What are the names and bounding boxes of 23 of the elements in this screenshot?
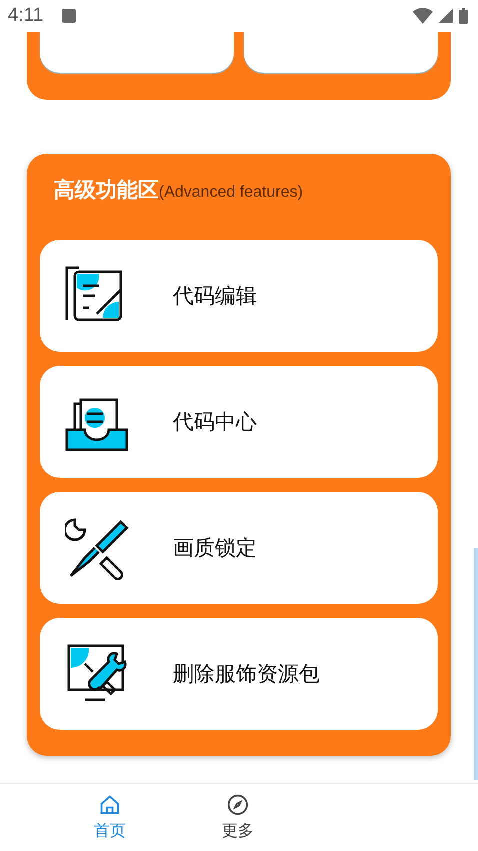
feature-card[interactable] <box>244 32 438 73</box>
scrollbar[interactable] <box>474 548 478 780</box>
section-subtitle: (Advanced features) <box>159 184 304 202</box>
compass-icon <box>227 794 249 816</box>
section-title: 高级功能区 <box>54 177 159 204</box>
feature-label: 画质锁定 <box>173 535 257 562</box>
feature-label: 代码中心 <box>173 409 257 436</box>
home-icon <box>99 794 121 816</box>
status-time: 4:11 <box>8 5 44 27</box>
feature-card[interactable]: 画质锁定 <box>40 492 438 604</box>
wifi-icon <box>413 8 433 24</box>
nav-tab[interactable]: 首页 <box>70 794 150 842</box>
feature-label: 代码编辑 <box>173 283 257 310</box>
battery-icon <box>459 8 468 24</box>
feature-card[interactable]: 代码中心 <box>40 366 438 478</box>
feature-card[interactable]: 删除服饰资源包 <box>40 618 438 730</box>
signal-icon <box>439 9 453 23</box>
feature-card[interactable] <box>40 32 234 73</box>
feature-card[interactable]: 代码编辑 <box>40 240 438 352</box>
wrench-screwdriver-icon <box>65 516 129 580</box>
feature-label: 删除服饰资源包 <box>173 661 320 688</box>
keyboard-indicator-icon <box>62 9 76 23</box>
nav-tab[interactable]: 更多 <box>198 794 278 842</box>
